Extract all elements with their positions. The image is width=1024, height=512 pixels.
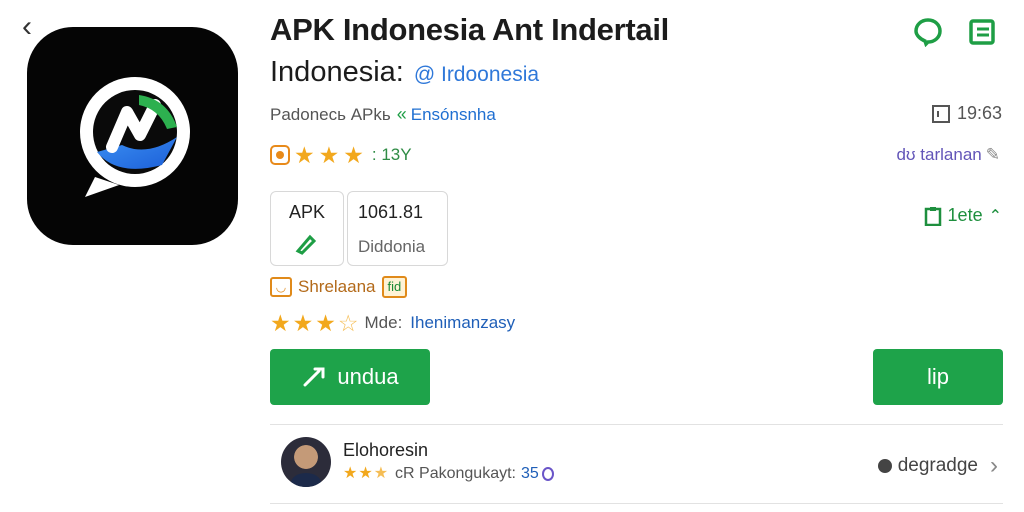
menu-icon[interactable]	[966, 16, 998, 48]
pencil-icon: ✎	[985, 145, 1000, 164]
star-icon: ★	[318, 142, 340, 168]
info-card[interactable]: 1061.81 Diddonia	[347, 191, 448, 266]
secondary-rating-value[interactable]: Ihenimanzasy	[410, 313, 515, 333]
divider	[270, 503, 1003, 504]
apk-card[interactable]: APK	[270, 191, 344, 266]
smile-icon: ◡	[270, 277, 292, 297]
update-label: degradge	[897, 455, 978, 476]
download-button-label: undua	[337, 364, 399, 389]
review-meta: ★ ★ ★ cR Pakongukayt: 35	[343, 465, 554, 483]
app-subtitle: Indonesia:	[270, 56, 404, 88]
star-icon: ★	[343, 465, 358, 482]
review-label: cR Pakongukayt:	[395, 465, 516, 482]
divider	[270, 424, 1003, 425]
avatar[interactable]	[281, 437, 331, 487]
secondary-button-label: lip	[926, 364, 949, 389]
subtitle-row: Indonesia: @ Irdoonesia	[270, 56, 539, 89]
update-link[interactable]: degradge ›	[877, 452, 998, 480]
developer-row: Padonесь APkь « Ensónsnha	[270, 104, 496, 125]
star-icon: ★	[343, 142, 364, 168]
secondary-rating-label: Mde:	[364, 313, 403, 332]
star-icon: ★	[358, 465, 373, 482]
tag-pill[interactable]: fid	[381, 276, 408, 298]
time-value: 19:63	[956, 103, 1002, 123]
status-dot-icon	[877, 459, 892, 473]
developer-arrow-icon: «	[396, 104, 407, 124]
top-icons	[912, 16, 998, 48]
rating-row: ★ ★ ★ : 13Y	[270, 142, 412, 168]
tag-row: ◡ Shrelaana fid	[270, 276, 408, 298]
star-icon: ★	[294, 142, 315, 168]
secondary-rating-row: ★ ★ ★ ☆ Mde: Ihenimanzasy	[270, 310, 515, 336]
arrow-up-icon: ⌃	[988, 207, 1002, 225]
reviewer-name: Elohoresin	[343, 440, 429, 460]
star-icon: ★	[270, 310, 291, 336]
secondary-button[interactable]: lip	[873, 349, 1003, 405]
star-half-icon: ★	[373, 465, 389, 482]
review-count: 35	[520, 465, 539, 482]
chevron-right-icon: ›	[990, 452, 998, 479]
info-card-label: Diddonia	[358, 237, 426, 256]
star-icon: ★	[292, 310, 314, 336]
aside-link-label: 1ete	[947, 205, 983, 225]
chat-icon[interactable]	[912, 16, 944, 48]
rating-badge-icon	[270, 145, 290, 165]
tag-label: Shrelaana	[298, 277, 376, 296]
apk-card-label: APK	[288, 202, 326, 222]
app-icon	[27, 27, 238, 245]
coin-icon	[541, 467, 554, 481]
download-button[interactable]: undua	[270, 349, 430, 405]
info-card-value: 1061.81	[358, 202, 424, 222]
clock-box-icon	[931, 104, 950, 123]
edit-arrow-icon	[271, 231, 343, 260]
app-tag-link[interactable]: @ Irdoonesia	[414, 63, 539, 87]
download-pencil-icon	[303, 367, 325, 387]
aside-link[interactable]: 1ete ⌃	[924, 205, 1002, 226]
star-icon: ★	[315, 310, 336, 336]
clipboard-icon	[924, 206, 941, 226]
developer-link[interactable]: Ensónsnha	[411, 105, 496, 125]
app-title: APK Indonesia Ant Indertail	[270, 12, 669, 47]
rating-count: : 13Y	[371, 145, 412, 164]
developer-label: Padonесь APkь	[270, 104, 391, 124]
time-info: 19:63	[931, 103, 1002, 124]
category-label: dʊ tarlanan	[896, 145, 982, 164]
category-info[interactable]: dʊ tarlanan ✎	[896, 145, 1000, 165]
star-half-icon: ☆	[337, 310, 359, 336]
